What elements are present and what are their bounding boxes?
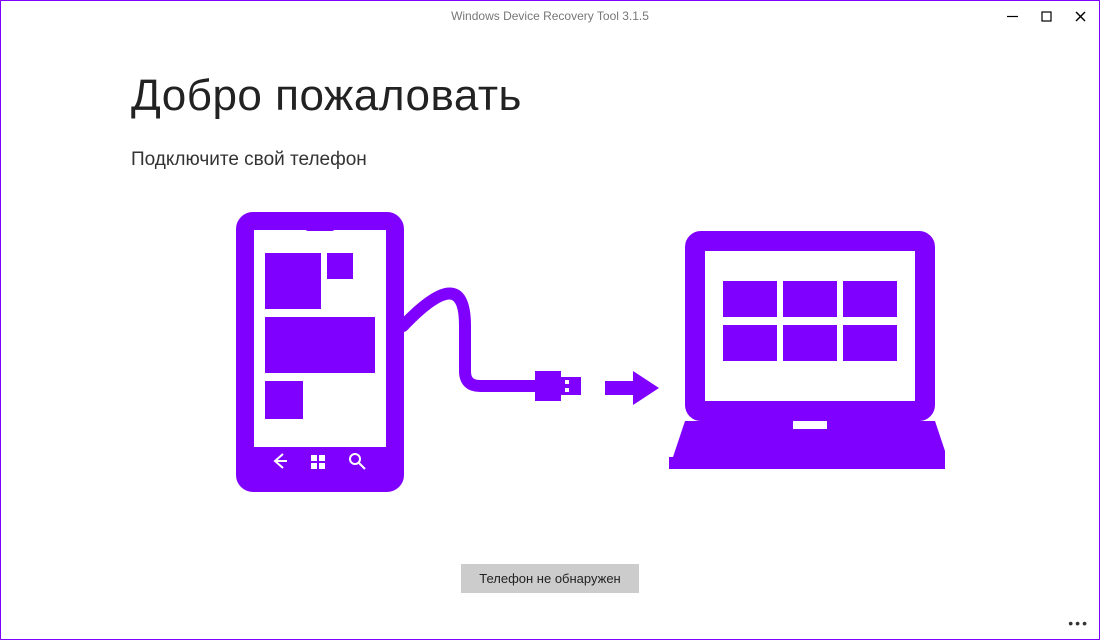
- window-controls: [995, 1, 1097, 31]
- page-subtitle: Подключите свой телефон: [131, 149, 979, 171]
- maximize-button[interactable]: [1029, 2, 1063, 30]
- page-title: Добро пожаловать: [131, 71, 979, 121]
- minimize-button[interactable]: [995, 2, 1029, 30]
- close-icon: [1075, 11, 1086, 22]
- footer-actions: Телефон не обнаружен: [1, 564, 1099, 593]
- maximize-icon: [1041, 11, 1052, 22]
- titlebar: Windows Device Recovery Tool 3.1.5: [1, 1, 1099, 31]
- minimize-icon: [1007, 11, 1018, 22]
- connect-phone-laptop-icon: [165, 211, 945, 501]
- close-button[interactable]: [1063, 2, 1097, 30]
- content-area: Добро пожаловать Подключите свой телефон: [1, 31, 1099, 639]
- window-title: Windows Device Recovery Tool 3.1.5: [1, 9, 1099, 23]
- app-window: Windows Device Recovery Tool 3.1.5 Добро…: [0, 0, 1100, 640]
- illustration: [131, 211, 979, 501]
- more-options-button[interactable]: •••: [1068, 615, 1089, 631]
- phone-not-detected-button[interactable]: Телефон не обнаружен: [461, 564, 638, 593]
